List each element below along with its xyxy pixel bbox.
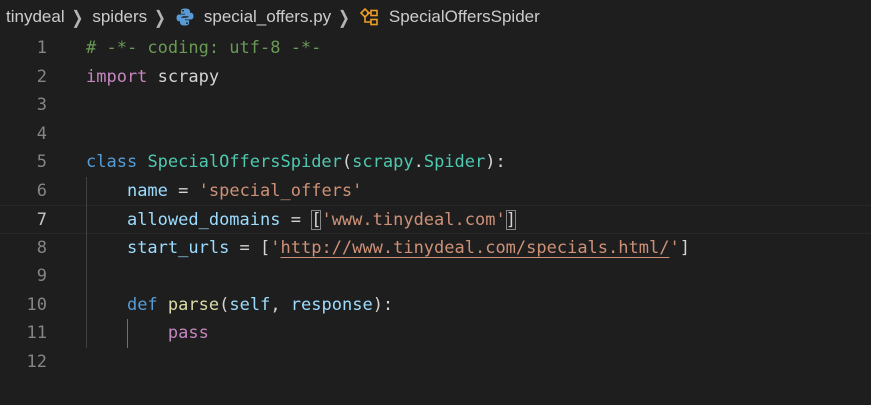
breadcrumb-file[interactable]: special_offers.py xyxy=(175,7,331,27)
line-number: 5 xyxy=(36,152,47,172)
python-file-icon xyxy=(176,8,194,26)
breadcrumb-folder-tinydeal[interactable]: tinydeal xyxy=(6,7,65,27)
line-number: 1 xyxy=(36,38,47,58)
breadcrumb-file-label: special_offers.py xyxy=(203,7,332,26)
code-token: def xyxy=(126,294,158,315)
line-number: 2 xyxy=(36,66,47,87)
code-token: response xyxy=(290,294,373,315)
code-token: ( xyxy=(219,294,230,315)
code-token: ( xyxy=(341,152,353,172)
code-token: ): xyxy=(372,294,394,315)
code-token: = [ xyxy=(229,237,271,258)
line-number: 4 xyxy=(36,123,47,144)
code-line[interactable]: 2 import scrapy xyxy=(0,63,871,92)
code-line[interactable]: 6 name = 'special_offers' xyxy=(0,177,871,206)
breadcrumb: tinydeal ❯ spiders ❯ special_offers.py ❯… xyxy=(0,0,871,34)
line-number: 6 xyxy=(36,180,47,201)
class-symbol-icon xyxy=(359,7,378,26)
code-text: allowed_domains = ['www.tinydeal.com'] xyxy=(86,206,516,235)
code-token: = xyxy=(167,180,199,201)
code-token: import xyxy=(86,66,148,87)
code-text: pass xyxy=(86,319,209,348)
code-editor[interactable]: tinydeal ❯ spiders ❯ special_offers.py ❯… xyxy=(0,0,871,405)
code-line[interactable]: 7 allowed_domains = ['www.tinydeal.com'] xyxy=(0,205,871,234)
code-line[interactable]: 10 def parse(self, response): xyxy=(0,291,871,320)
code-line[interactable]: 5 class SpecialOffersSpider(scrapy.Spider… xyxy=(0,148,871,177)
code-text: start_urls = ['http://www.tinydeal.com/s… xyxy=(86,234,690,263)
line-number: 10 xyxy=(26,294,47,315)
indent-guide xyxy=(86,177,87,348)
code-token: SpecialOffersSpider xyxy=(147,152,342,172)
code-token: self xyxy=(229,294,271,315)
code-line[interactable]: 8 start_urls = ['http://www.tinydeal.com… xyxy=(0,234,871,263)
code-token: 'special_offers' xyxy=(198,180,363,201)
code-text: import scrapy xyxy=(86,63,219,92)
code-text: # -*- coding: utf-8 -*- xyxy=(86,34,321,63)
code-token: # -*- coding: utf-8 -*- xyxy=(86,38,322,58)
breadcrumb-symbol-label: SpecialOffersSpider xyxy=(388,7,540,26)
line-number: 11 xyxy=(26,323,47,343)
line-number: 12 xyxy=(26,351,47,372)
code-token: ' xyxy=(669,237,680,258)
line-number: 7 xyxy=(36,210,47,230)
chevron-right-icon: ❯ xyxy=(338,5,350,27)
code-token: scrapy xyxy=(352,152,414,172)
code-token: ] xyxy=(679,237,690,258)
code-token: pass xyxy=(167,323,209,343)
code-token: . xyxy=(413,152,424,172)
code-token: name xyxy=(126,180,168,201)
code-token: [ xyxy=(311,210,322,230)
code-token: ] xyxy=(505,210,516,230)
code-token: , xyxy=(270,294,291,315)
code-token: scrapy xyxy=(147,66,220,87)
indent-guide xyxy=(126,319,128,348)
line-number: 8 xyxy=(36,237,47,258)
code-line[interactable]: 4 xyxy=(0,120,871,149)
code-token: Spider xyxy=(423,152,486,172)
code-line[interactable]: 1 # -*- coding: utf-8 -*- xyxy=(0,34,871,63)
code-token: http://www.tinydeal.com/specials.html/ xyxy=(280,237,670,258)
code-line[interactable]: 3 xyxy=(0,91,871,120)
code-line[interactable]: 9 xyxy=(0,262,871,291)
chevron-right-icon: ❯ xyxy=(154,5,166,27)
chevron-right-icon: ❯ xyxy=(71,5,84,27)
code-line[interactable]: 11 pass xyxy=(0,319,871,348)
code-area[interactable]: 1 # -*- coding: utf-8 -*- 2 import scrapy 3 4… xyxy=(0,34,871,376)
code-token: ): xyxy=(485,152,506,172)
code-line[interactable]: 12 xyxy=(0,348,871,377)
code-token: = xyxy=(280,210,312,230)
code-text: def parse(self, response): xyxy=(86,291,393,320)
code-token: start_urls xyxy=(126,237,230,258)
code-token: 'www.tinydeal.com' xyxy=(321,210,506,230)
code-token: allowed_domains xyxy=(126,210,281,230)
code-text: name = 'special_offers' xyxy=(86,177,362,206)
code-token: ' xyxy=(270,237,281,258)
code-token: parse xyxy=(167,294,220,315)
breadcrumb-folder-spiders[interactable]: spiders xyxy=(92,7,147,27)
code-token: class xyxy=(86,152,138,172)
code-text: class SpecialOffersSpider(scrapy.Spider)… xyxy=(86,148,506,177)
line-number: 3 xyxy=(36,95,47,115)
breadcrumb-symbol[interactable]: SpecialOffersSpider xyxy=(359,7,540,27)
line-number: 9 xyxy=(36,266,47,286)
